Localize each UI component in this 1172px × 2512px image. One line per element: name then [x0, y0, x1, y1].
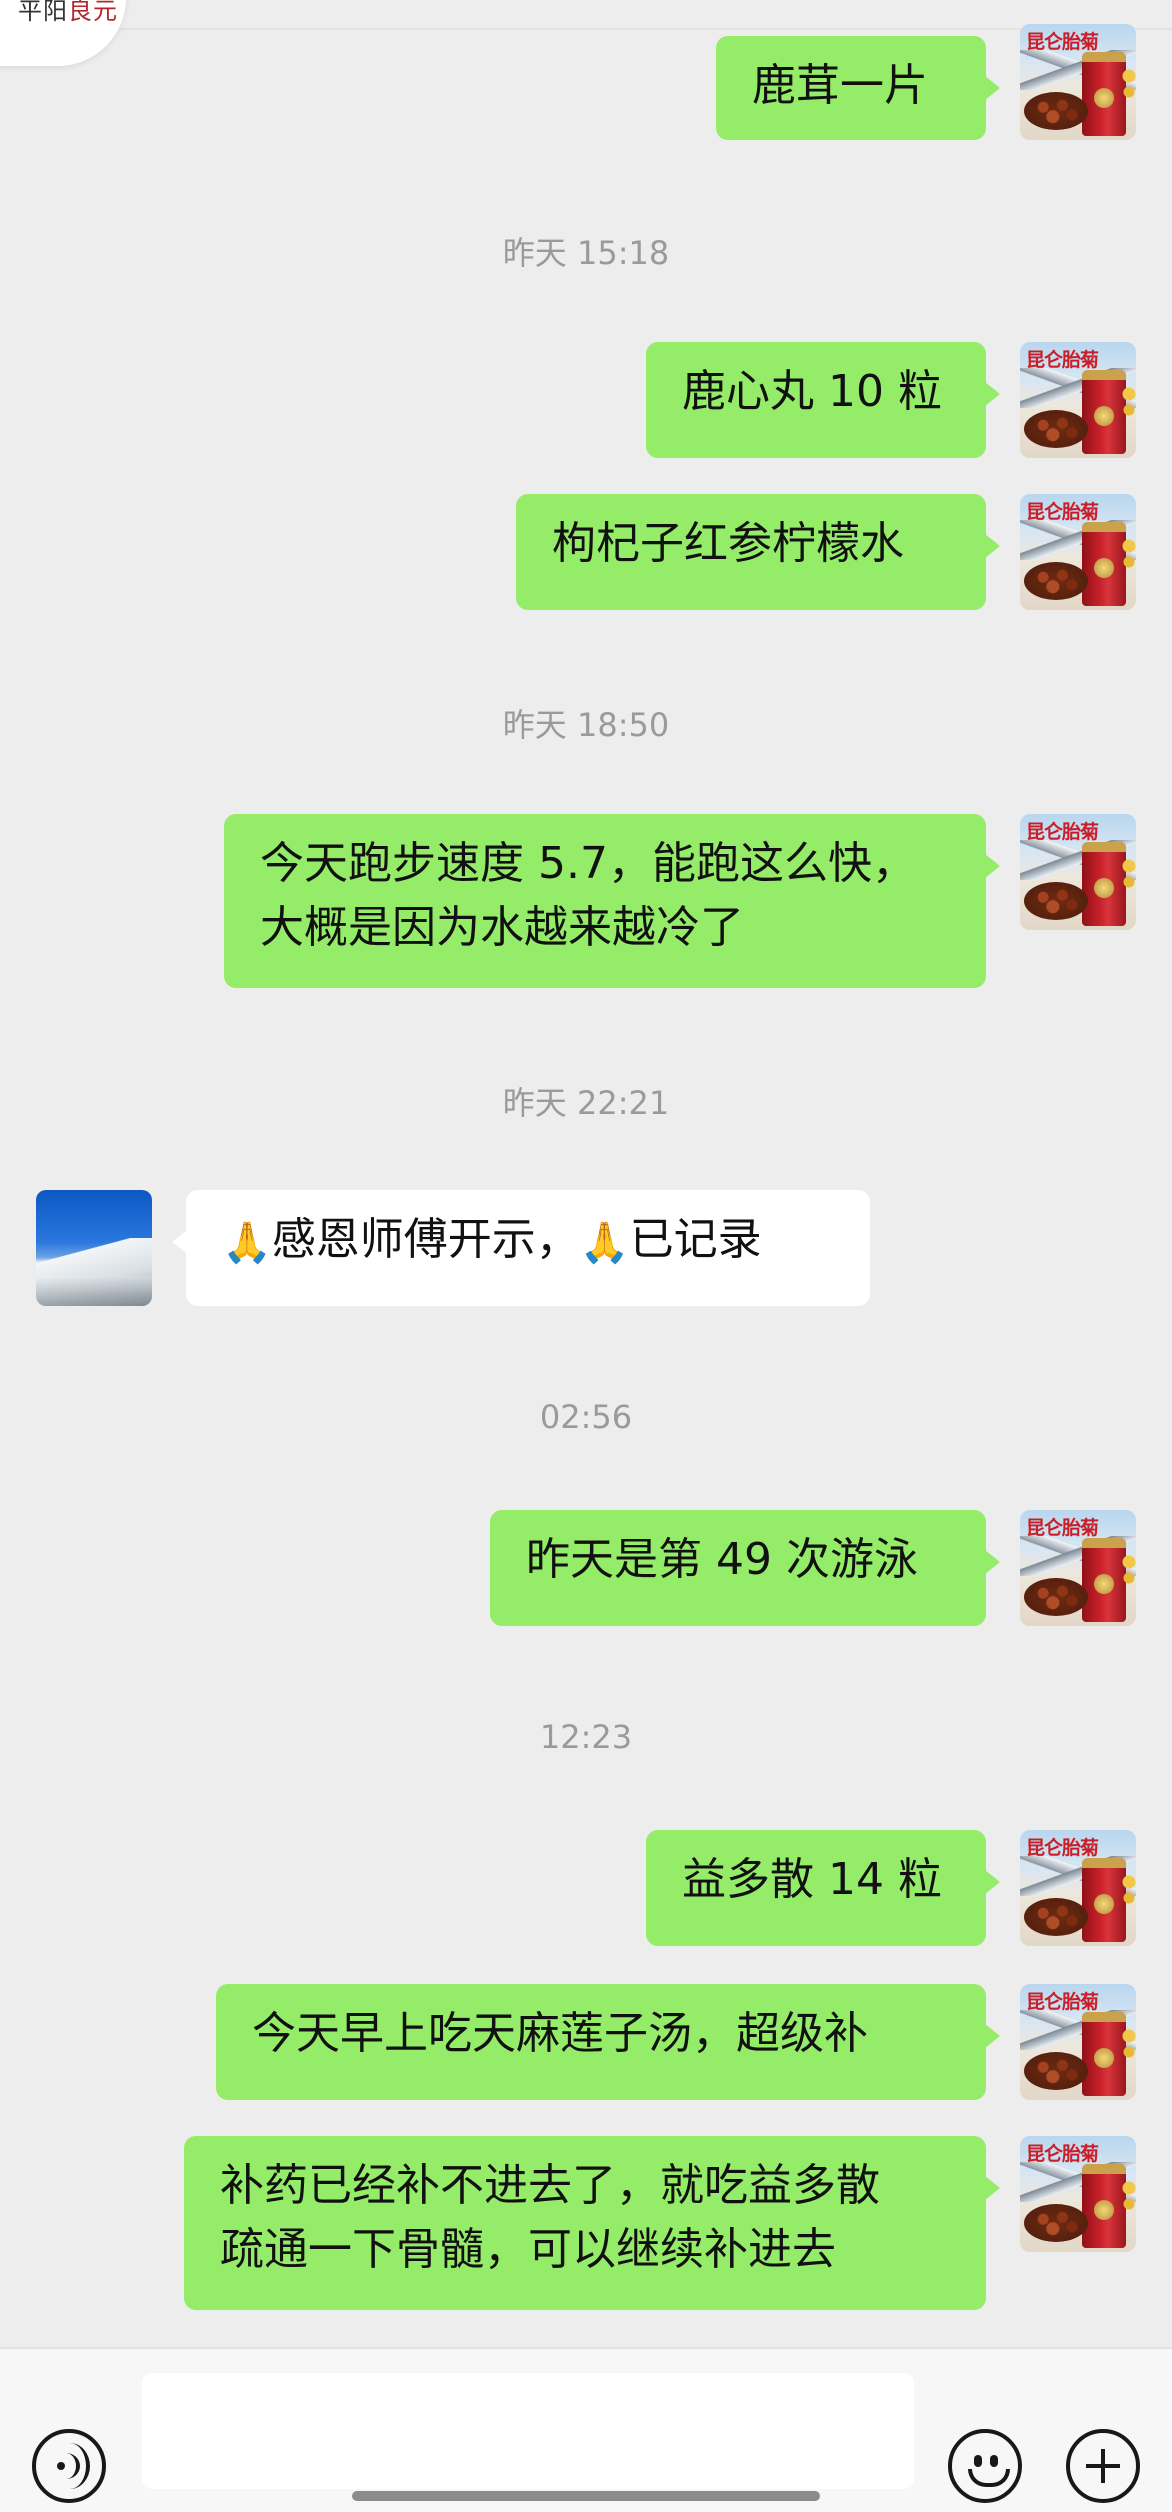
avatar-goji-pile — [1024, 1898, 1088, 1936]
badge-label: 平阳良元 — [18, 0, 118, 25]
message-text-line: 今天跑步速度 5.7，能跑这么快， — [260, 838, 916, 889]
timestamp: 昨天 18:50 — [502, 706, 670, 744]
contact-avatar[interactable] — [36, 1190, 152, 1306]
voice-wave — [50, 2443, 90, 2489]
emoji-mouth — [968, 2469, 1010, 2487]
message-text: 昨天是第 49 次游泳 — [526, 1534, 918, 1585]
timestamp: 昨天 22:21 — [502, 1084, 670, 1122]
message-bubble-outgoing[interactable]: 今天早上吃天麻莲子汤，超级补 — [216, 1984, 1000, 2100]
timestamp: 昨天 15:18 — [502, 234, 670, 272]
avatar-flower — [1120, 2176, 1136, 2216]
emoji-eye — [974, 2455, 982, 2467]
avatar-product-title: 昆仑胎菊 — [1026, 821, 1099, 843]
avatar-flower — [1120, 64, 1136, 104]
self-avatar[interactable]: 昆仑胎菊 — [1020, 1830, 1136, 1946]
floating-badge[interactable]: 平阳良元 — [0, 0, 126, 66]
plus-icon[interactable] — [1066, 2429, 1140, 2503]
message-bubble-outgoing[interactable]: 鹿茸一片 — [716, 36, 1000, 140]
avatar-goji-pile — [1024, 2052, 1088, 2090]
chat-screen: 平阳良元 鹿茸一片 昆仑胎菊 昨天 15:18 鹿心丸 10 粒 昆仑胎菊 枸杞… — [0, 0, 1172, 2512]
message-text: 益多散 14 粒 — [682, 1854, 942, 1905]
avatar-flower — [1120, 1870, 1136, 1910]
divider — [0, 28, 1172, 30]
avatar-goji-pile — [1024, 882, 1088, 920]
message-text-line: 补药已经补不进去了，就吃益多散 — [220, 2160, 880, 2211]
message-text: 枸杞子红参柠檬水 — [552, 518, 904, 569]
emoji-icon[interactable] — [948, 2429, 1022, 2503]
avatar-product-title: 昆仑胎菊 — [1026, 349, 1099, 371]
avatar-flower — [1120, 1550, 1136, 1590]
message-bubble-incoming[interactable]: 🙏感恩师傅开示，🙏已记录 — [172, 1190, 870, 1306]
avatar-product-title: 昆仑胎菊 — [1026, 31, 1099, 53]
input-bar — [0, 2347, 1172, 2512]
message-bubble-outgoing[interactable]: 补药已经补不进去了，就吃益多散 疏通一下骨髓，可以继续补进去 — [184, 2136, 1000, 2310]
avatar-goji-pile — [1024, 92, 1088, 130]
timestamp: 02:56 — [539, 1398, 633, 1436]
emoji-eye — [990, 2455, 998, 2467]
self-avatar[interactable]: 昆仑胎菊 — [1020, 814, 1136, 930]
timestamp: 12:23 — [539, 1718, 633, 1756]
avatar-goji-pile — [1024, 1578, 1088, 1616]
self-avatar[interactable]: 昆仑胎菊 — [1020, 494, 1136, 610]
avatar-goji-pile — [1024, 2204, 1088, 2242]
message-bubble-outgoing[interactable]: 枸杞子红参柠檬水 — [516, 494, 1000, 610]
message-list[interactable]: 平阳良元 鹿茸一片 昆仑胎菊 昨天 15:18 鹿心丸 10 粒 昆仑胎菊 枸杞… — [0, 0, 1172, 2347]
home-indicator[interactable] — [352, 2491, 820, 2501]
self-avatar[interactable]: 昆仑胎菊 — [1020, 342, 1136, 458]
self-avatar[interactable]: 昆仑胎菊 — [1020, 1510, 1136, 1626]
folded-hands-emoji-icon: 🙏 — [222, 1220, 272, 1266]
message-text: 感恩师傅开示， — [271, 1214, 580, 1265]
message-text: 鹿茸一片 — [752, 60, 928, 111]
avatar-product-title: 昆仑胎菊 — [1026, 1991, 1099, 2013]
message-text-line: 疏通一下骨髓，可以继续补进去 — [220, 2224, 836, 2275]
avatar-product-title: 昆仑胎菊 — [1026, 2143, 1099, 2165]
voice-icon[interactable] — [32, 2429, 106, 2503]
plus-bar — [1101, 2449, 1105, 2483]
self-avatar[interactable]: 昆仑胎菊 — [1020, 2136, 1136, 2252]
message-bubble-outgoing[interactable]: 昨天是第 49 次游泳 — [490, 1510, 1000, 1626]
avatar-goji-pile — [1024, 410, 1088, 448]
self-avatar[interactable]: 昆仑胎菊 — [1020, 1984, 1136, 2100]
avatar-flower — [1120, 2024, 1136, 2064]
folded-hands-emoji-icon: 🙏 — [579, 1220, 630, 1266]
message-bubble-outgoing[interactable]: 今天跑步速度 5.7，能跑这么快， 大概是因为水越来越冷了 — [224, 814, 1000, 988]
message-text: 鹿心丸 10 粒 — [682, 366, 942, 417]
message-text: 今天早上吃天麻莲子汤，超级补 — [252, 2008, 868, 2059]
avatar-flower — [1120, 534, 1136, 574]
avatar-flower — [1120, 854, 1136, 894]
message-text: 已记录 — [629, 1214, 762, 1265]
message-bubble-outgoing[interactable]: 鹿心丸 10 粒 — [646, 342, 1000, 458]
avatar-goji-pile — [1024, 562, 1088, 600]
message-input[interactable] — [142, 2373, 914, 2489]
message-bubble-outgoing[interactable]: 益多散 14 粒 — [646, 1830, 1000, 1946]
avatar-product-title: 昆仑胎菊 — [1026, 1837, 1099, 1859]
avatar-flower — [1120, 382, 1136, 422]
avatar-rock — [36, 1276, 152, 1306]
self-avatar[interactable]: 昆仑胎菊 — [1020, 24, 1136, 140]
avatar-product-title: 昆仑胎菊 — [1026, 1517, 1099, 1539]
message-text-line: 大概是因为水越来越冷了 — [260, 902, 744, 953]
avatar-product-title: 昆仑胎菊 — [1026, 501, 1099, 523]
